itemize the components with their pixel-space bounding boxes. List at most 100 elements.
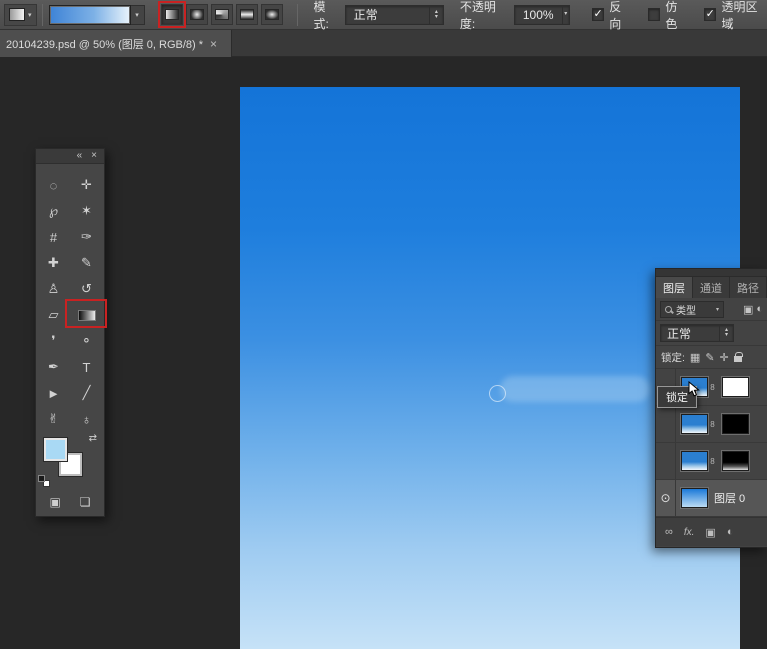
layer-mask-thumbnail[interactable] bbox=[722, 414, 749, 434]
gradient-preview[interactable] bbox=[49, 5, 131, 25]
screen-mode-icon[interactable]: ❏ bbox=[80, 495, 91, 509]
type-icon: T bbox=[83, 360, 91, 375]
linear-gradient-button[interactable] bbox=[161, 4, 183, 25]
dither-label: 仿色 bbox=[665, 0, 688, 32]
diamond-gradient-button[interactable] bbox=[261, 4, 283, 25]
magic-wand-tool[interactable]: ✶ bbox=[70, 198, 103, 224]
visibility-toggle[interactable]: ⊙ bbox=[656, 480, 676, 516]
mode-label: 模式: bbox=[314, 0, 340, 32]
layer-thumbnail[interactable] bbox=[681, 488, 708, 508]
layer-row-masked-2[interactable]: 8 bbox=[656, 406, 767, 443]
mask-link-icon: 8 bbox=[708, 420, 717, 429]
gradient-picker-arrow[interactable]: ▾ bbox=[131, 5, 145, 25]
layer-lock-row: 锁定: ▦ ✎ ✛ bbox=[656, 346, 767, 369]
type-tool[interactable]: T bbox=[70, 354, 103, 380]
layer-row-layer-0[interactable]: ⊙ 图层 0 bbox=[656, 480, 767, 517]
layer-filter-dropdown[interactable]: 类型 ▾ bbox=[660, 301, 724, 318]
eye-icon: ⊙ bbox=[660, 491, 670, 505]
panel-drag-bar[interactable] bbox=[656, 269, 767, 277]
layer-blend-mode-dropdown[interactable]: 正常 ▴▾ bbox=[660, 324, 734, 342]
layer-name[interactable]: 图层 0 bbox=[714, 490, 745, 506]
visibility-toggle[interactable] bbox=[656, 406, 676, 442]
line-tool[interactable]: ╱ bbox=[70, 380, 103, 406]
radial-gradient-button[interactable] bbox=[186, 4, 208, 25]
eyedropper-tool[interactable]: ✑ bbox=[70, 224, 103, 250]
brush-icon: ✎ bbox=[81, 255, 92, 271]
separator bbox=[42, 4, 43, 26]
gradient-tool[interactable] bbox=[70, 302, 103, 328]
blend-mode-dropdown[interactable]: 正常 ▴▾ bbox=[345, 5, 444, 25]
gradient-tool-preset-icon bbox=[9, 8, 25, 21]
filter-pixel-icon[interactable]: ▣ bbox=[743, 303, 753, 316]
layer-thumbnail[interactable] bbox=[681, 414, 708, 434]
layer-style-icon[interactable]: fx. bbox=[684, 527, 695, 538]
transparency-checkbox[interactable]: ✓ bbox=[704, 8, 716, 21]
blur-tool[interactable]: ❜ bbox=[37, 328, 70, 354]
layer-thumbnail[interactable] bbox=[681, 451, 708, 471]
lock-all-icon[interactable] bbox=[734, 356, 742, 362]
reverse-label: 反向 bbox=[609, 0, 632, 32]
hand-tool[interactable]: ✌ bbox=[37, 406, 70, 432]
angle-gradient-button[interactable] bbox=[211, 4, 233, 25]
swap-colors-icon[interactable]: ⇄ bbox=[89, 433, 97, 444]
crop-icon: # bbox=[50, 230, 57, 245]
healing-brush-tool[interactable]: ✚ bbox=[37, 250, 70, 276]
tools-panel-header[interactable]: « × bbox=[36, 149, 104, 164]
add-mask-icon[interactable]: ▣ bbox=[705, 526, 715, 539]
visibility-toggle[interactable] bbox=[656, 443, 676, 479]
dodge-tool[interactable]: ⚬ bbox=[70, 328, 103, 354]
lasso-tool[interactable]: ℘ bbox=[37, 198, 70, 224]
opacity-value: 100% bbox=[515, 8, 562, 22]
foreground-color-swatch[interactable] bbox=[44, 438, 67, 461]
reflected-gradient-icon bbox=[240, 9, 254, 20]
spinner-arrows-icon: ▴▾ bbox=[429, 6, 443, 24]
crop-tool[interactable]: # bbox=[37, 224, 70, 250]
history-brush-icon: ↺ bbox=[81, 281, 92, 297]
move-tool[interactable]: ✛ bbox=[70, 172, 103, 198]
tool-preset-picker[interactable]: ▾ bbox=[4, 4, 37, 26]
magic-wand-icon: ✶ bbox=[81, 203, 92, 219]
reverse-checkbox-group: ✓ 反向 bbox=[592, 0, 632, 32]
layer-mask-thumbnail[interactable] bbox=[722, 451, 749, 471]
close-panel-icon[interactable]: × bbox=[91, 151, 97, 161]
chevron-down-icon: ▾ bbox=[562, 6, 569, 24]
tab-paths[interactable]: 路径 bbox=[730, 277, 767, 298]
eraser-icon: ▱ bbox=[49, 307, 59, 323]
healing-brush-icon: ✚ bbox=[48, 255, 59, 271]
clone-stamp-tool[interactable]: ♙ bbox=[37, 276, 70, 302]
eyedropper-icon: ✑ bbox=[81, 229, 92, 245]
default-colors-icon[interactable] bbox=[38, 475, 50, 487]
link-layers-icon[interactable]: ∞ bbox=[665, 526, 673, 538]
eraser-tool[interactable]: ▱ bbox=[37, 302, 70, 328]
collapse-panel-icon[interactable]: « bbox=[77, 151, 83, 161]
search-icon bbox=[665, 306, 672, 313]
brush-tool[interactable]: ✎ bbox=[70, 250, 103, 276]
reflected-gradient-button[interactable] bbox=[236, 4, 258, 25]
reverse-checkbox[interactable]: ✓ bbox=[592, 8, 604, 21]
chevron-down-icon: ▾ bbox=[28, 11, 32, 19]
tab-layers[interactable]: 图层 bbox=[656, 277, 693, 298]
lock-transparency-icon[interactable]: ▦ bbox=[690, 351, 700, 364]
elliptical-marquee-tool[interactable]: ◌ bbox=[37, 172, 70, 198]
document-tab[interactable]: 20104239.psd @ 50% (图层 0, RGB/8) * × bbox=[0, 30, 232, 57]
path-selection-tool[interactable]: ► bbox=[37, 380, 70, 406]
history-brush-tool[interactable]: ↺ bbox=[70, 276, 103, 302]
layer-row-masked-3[interactable]: 8 bbox=[656, 443, 767, 480]
close-tab-icon[interactable]: × bbox=[210, 37, 217, 51]
path-selection-icon: ► bbox=[47, 386, 60, 401]
chevron-down-icon: ▾ bbox=[135, 11, 139, 19]
filter-adjustment-icon[interactable]: ◐ bbox=[756, 303, 763, 316]
dither-checkbox[interactable] bbox=[648, 8, 660, 21]
spinner-arrows-icon: ▴▾ bbox=[719, 325, 733, 341]
tab-channels[interactable]: 通道 bbox=[693, 277, 730, 298]
opacity-dropdown[interactable]: 100% ▾ bbox=[514, 5, 570, 25]
mouse-cursor-icon bbox=[688, 381, 700, 401]
zoom-tool[interactable]: ♁ bbox=[70, 406, 103, 432]
blend-mode-value: 正常 bbox=[346, 6, 429, 23]
quick-mask-icon[interactable]: ▣ bbox=[49, 495, 60, 509]
adjustment-layer-icon[interactable]: ◐ bbox=[727, 526, 734, 538]
pen-tool[interactable]: ✒ bbox=[37, 354, 70, 380]
layer-mask-thumbnail[interactable] bbox=[722, 377, 749, 397]
lock-image-icon[interactable]: ✎ bbox=[705, 351, 714, 364]
lock-position-icon[interactable]: ✛ bbox=[720, 351, 729, 364]
